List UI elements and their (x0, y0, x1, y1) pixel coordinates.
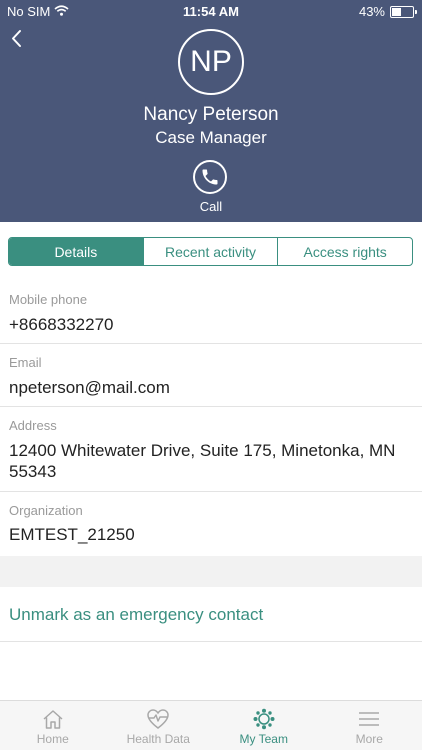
status-right: 43% (358, 4, 417, 19)
tabbar-label-health-data: Health Data (126, 732, 190, 746)
team-icon (253, 708, 275, 730)
address-value[interactable]: 12400 Whitewater Drive, Suite 175, Minet… (9, 440, 408, 482)
email-value[interactable]: npeterson@mail.com (9, 377, 408, 398)
tabbar-item-more[interactable]: More (317, 701, 422, 750)
battery-icon (390, 5, 417, 18)
chevron-left-icon (12, 30, 21, 47)
battery-percent: 43% (358, 4, 385, 19)
mobile-phone-value[interactable]: +8668332270 (9, 314, 408, 335)
bottom-tab-bar: Home Health Data My Team More (0, 700, 422, 750)
email-field: Email npeterson@mail.com (0, 344, 422, 407)
tabbar-item-my-team[interactable]: My Team (211, 701, 317, 750)
battery-fill (392, 7, 401, 16)
unmark-emergency-contact-button[interactable]: Unmark as an emergency contact (0, 587, 422, 642)
email-label: Email (9, 355, 42, 370)
organization-field: Organization EMTEST_21250 (0, 492, 422, 556)
address-field: Address 12400 Whitewater Drive, Suite 17… (0, 407, 422, 492)
call-button[interactable] (193, 160, 227, 194)
tab-details[interactable]: Details (9, 238, 143, 265)
heart-pulse-icon (147, 709, 170, 729)
section-separator (0, 556, 422, 587)
address-label: Address (9, 418, 57, 433)
contact-header: No SIM 11:54 AM 43% NP Nancy Peterson Ca… (0, 0, 422, 222)
organization-value: EMTEST_21250 (9, 525, 135, 544)
tabbar-label-more: More (355, 732, 383, 746)
tabbar-label-my-team: My Team (239, 732, 288, 746)
mobile-phone-label: Mobile phone (9, 292, 88, 307)
tabbar-item-home[interactable]: Home (0, 701, 106, 750)
tabbar-label-home: Home (36, 732, 69, 746)
contact-name: Nancy Peterson (143, 104, 279, 125)
organization-label: Organization (9, 503, 83, 518)
tab-recent-activity[interactable]: Recent activity (142, 238, 278, 265)
back-button[interactable] (6, 26, 28, 52)
unmark-emergency-contact-label: Unmark as an emergency contact (9, 605, 264, 624)
tab-access-rights[interactable]: Access rights (277, 238, 412, 265)
mobile-phone-field: Mobile phone +8668332270 (0, 281, 422, 344)
tabbar-item-health-data[interactable]: Health Data (106, 701, 212, 750)
contact-role: Case Manager (155, 128, 267, 147)
menu-icon (359, 712, 380, 726)
call-label: Call (199, 199, 223, 214)
home-icon (43, 710, 63, 729)
avatar: NP (178, 29, 244, 95)
phone-icon (202, 169, 218, 185)
status-bar: No SIM 11:54 AM 43% (0, 0, 422, 24)
segment-tabs: Details Recent activity Access rights (8, 237, 413, 266)
